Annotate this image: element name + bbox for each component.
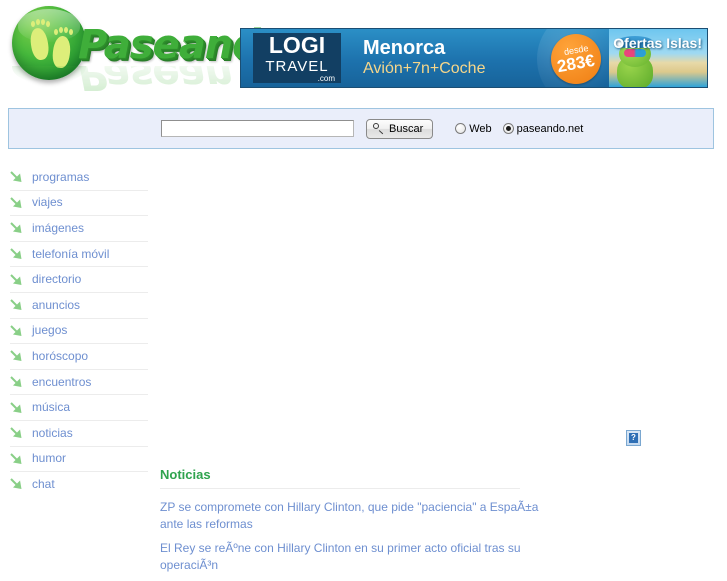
sidebar-item-label: programas	[32, 169, 90, 184]
radio-scope-site-label[interactable]: paseando.net	[517, 123, 584, 135]
sidebar-item-label: noticias	[32, 425, 73, 440]
site-logo[interactable]: Paseando Paseando	[8, 4, 287, 102]
logo-reflection: Paseando	[8, 66, 233, 102]
sidebar-item-label: horóscopo	[32, 348, 89, 363]
page-header: Paseando Paseando LOGI TRAVEL .com Menor…	[0, 0, 727, 100]
arrow-down-right-icon	[10, 349, 23, 362]
broken-image-glyph: ?	[629, 433, 638, 443]
sidebar-item-label: música	[32, 400, 71, 415]
broken-image-placeholder-icon: ?	[626, 430, 641, 446]
sidebar-item-label: encuentros	[32, 374, 92, 389]
search-button[interactable]: Buscar	[366, 118, 434, 139]
sidebar-item-imagenes[interactable]: imágenes	[0, 215, 150, 241]
sidebar-item-horoscopo[interactable]: horóscopo	[0, 343, 150, 369]
sidebar-item-viajes[interactable]: viajes	[0, 189, 150, 216]
sidebar-item-label: anuncios	[32, 297, 81, 312]
sidebar-item-label: humor	[32, 451, 67, 466]
arrow-down-right-icon	[10, 477, 23, 490]
logo-reflection-text: Paseando	[78, 66, 233, 98]
section-divider	[160, 488, 520, 489]
search-scope-group: Web paseando.net	[455, 123, 591, 135]
logo-main: Paseando	[8, 4, 287, 80]
banner-promo-text: Ofertas Islas!	[613, 35, 702, 51]
arrow-down-right-icon	[10, 401, 23, 414]
arrow-down-right-icon	[10, 298, 23, 311]
sidebar-item-juegos[interactable]: juegos	[0, 317, 150, 344]
magnifier-icon	[373, 123, 384, 134]
sidebar-item-noticias[interactable]: noticias	[0, 419, 150, 446]
banner-right-panel: Ofertas Islas!	[609, 29, 707, 87]
arrow-down-right-icon	[10, 324, 23, 337]
banner-left-panel: LOGI TRAVEL .com Menorca Avión+7n+Coche …	[241, 29, 627, 87]
radio-scope-web-label[interactable]: Web	[469, 123, 491, 135]
sidebar-item-programas[interactable]: programas	[0, 164, 150, 190]
news-headline-link[interactable]: ZP se compromete con Hillary Clinton, qu…	[160, 499, 560, 533]
arrow-down-right-icon	[10, 426, 23, 439]
sidebar-item-directorio[interactable]: directorio	[0, 266, 150, 292]
arrow-down-right-icon	[10, 375, 23, 388]
noticias-heading: Noticias	[160, 467, 211, 482]
sidebar-item-musica[interactable]: música	[0, 394, 150, 420]
search-input[interactable]	[161, 120, 354, 137]
banner-package: Avión+7n+Coche	[363, 60, 486, 78]
search-panel: Buscar Web paseando.net	[8, 108, 714, 149]
advertiser-logo: LOGI TRAVEL .com	[253, 33, 341, 83]
sidebar-item-humor[interactable]: humor	[0, 445, 150, 472]
search-button-label: Buscar	[389, 122, 424, 135]
sidebar-item-anuncios[interactable]: anuncios	[0, 291, 150, 318]
arrow-down-right-icon	[10, 247, 23, 260]
advertiser-domain: .com	[317, 73, 335, 83]
arrow-down-right-icon	[10, 221, 23, 234]
arrow-down-right-icon	[10, 170, 23, 183]
sidebar-item-encuentros[interactable]: encuentros	[0, 368, 150, 395]
sidebar-item-telefonia-movil[interactable]: telefonía móvil	[0, 240, 150, 267]
price-amount: 283€	[555, 50, 597, 77]
sidebar-item-label: telefonía móvil	[32, 246, 110, 261]
sidebar-item-label: imágenes	[32, 220, 85, 235]
sidebar-item-label: directorio	[32, 272, 82, 287]
advertiser-name-line1: LOGI	[268, 31, 326, 58]
sidebar-nav: programas viajes imágenes telefonía móvi…	[0, 164, 150, 497]
sidebar-item-label: chat	[32, 476, 55, 491]
radio-scope-site[interactable]	[502, 123, 514, 134]
banner-price-badge: desde 283€	[551, 34, 601, 84]
arrow-down-right-icon	[10, 196, 23, 209]
banner-copy: Menorca Avión+7n+Coche	[363, 37, 485, 78]
sidebar-item-label: viajes	[32, 195, 63, 210]
advertiser-name-line2: TRAVEL	[265, 57, 329, 75]
radio-scope-web[interactable]	[455, 123, 467, 134]
sidebar-item-label: juegos	[32, 323, 68, 338]
noticias-section: Noticias ZP se compromete con Hillary Cl…	[160, 467, 560, 581]
advertisement-banner[interactable]: LOGI TRAVEL .com Menorca Avión+7n+Coche …	[240, 28, 708, 88]
banner-destination: Menorca	[363, 37, 446, 60]
arrow-down-right-icon	[10, 273, 23, 286]
sidebar-item-chat[interactable]: chat	[0, 471, 150, 497]
news-headline-link[interactable]: El Rey se reÃºne con Hillary Clinton en …	[160, 540, 560, 574]
arrow-down-right-icon	[10, 452, 23, 465]
